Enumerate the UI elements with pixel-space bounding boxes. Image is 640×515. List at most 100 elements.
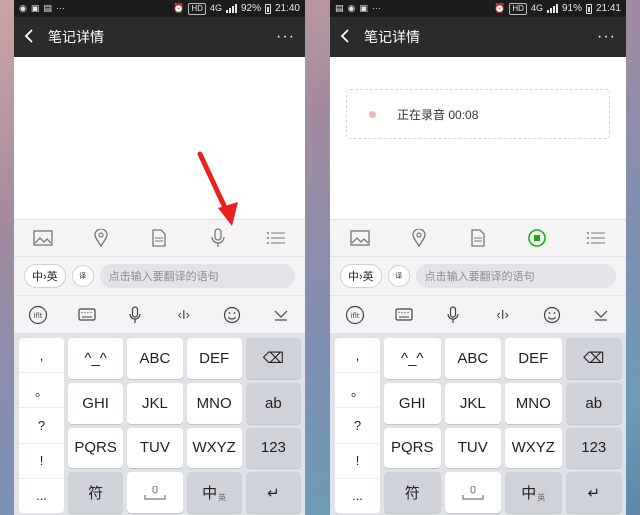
hide-keyboard-icon[interactable] (268, 302, 294, 328)
cursor-move-icon[interactable]: ‹I› (490, 302, 516, 328)
picture-icon[interactable] (345, 223, 375, 253)
key-jkl[interactable]: JKL (127, 382, 183, 424)
keyboard-icon[interactable] (391, 302, 417, 328)
more-options-button[interactable]: ··· (276, 28, 295, 46)
alarm-icon: ⏰ (494, 3, 506, 13)
key-def[interactable]: DEF (186, 338, 242, 379)
punct-key[interactable]: ! (19, 444, 64, 479)
punct-key[interactable]: 。 (19, 373, 64, 409)
document-icon[interactable] (144, 223, 174, 253)
svg-text:iflt: iflt (34, 312, 43, 320)
space-key[interactable] (127, 472, 183, 513)
battery-icon (264, 3, 271, 14)
network-type: 4G (530, 3, 543, 13)
translate-badge[interactable]: 译 (387, 265, 410, 287)
enter-key[interactable]: ↵ (245, 472, 301, 513)
key-tuv[interactable]: TUV (127, 427, 183, 469)
language-toggle-button[interactable]: 中›英 (24, 264, 66, 288)
symbol-key[interactable]: 符 (384, 472, 441, 513)
key-def[interactable]: DEF (505, 338, 562, 379)
punct-key[interactable]: 。 (335, 373, 380, 409)
title-bar: 笔记详情 ··· (330, 17, 626, 57)
enter-key[interactable]: ↵ (565, 472, 622, 513)
number-key[interactable]: 123 (565, 427, 622, 469)
hide-keyboard-icon[interactable] (588, 302, 614, 328)
translate-input[interactable]: 点击输入要翻译的语句 (99, 264, 295, 288)
list-icon[interactable] (261, 223, 291, 253)
punct-key[interactable]: ? (19, 408, 64, 444)
translate-input[interactable]: 点击输入要翻译的语句 (415, 264, 616, 288)
voice-input-icon[interactable] (122, 302, 148, 328)
lowercase-key[interactable]: ab (245, 382, 301, 424)
key-abc[interactable]: ABC (127, 338, 183, 379)
overflow-icon: ··· (371, 3, 381, 13)
back-arrow-icon[interactable] (24, 28, 34, 47)
keyboard-icon[interactable] (74, 302, 100, 328)
space-key[interactable] (444, 472, 501, 513)
punct-key[interactable]: ! (335, 444, 380, 479)
emoji-icon[interactable] (539, 302, 565, 328)
punct-key[interactable]: ... (19, 479, 64, 513)
emoji-icon[interactable] (219, 302, 245, 328)
note-content-area[interactable] (14, 57, 305, 219)
document-icon[interactable] (463, 223, 493, 253)
note-toolbar (330, 219, 626, 257)
punct-key[interactable]: ... (335, 479, 380, 513)
key-mno[interactable]: MNO (505, 382, 562, 424)
stop-recording-icon[interactable] (522, 223, 552, 253)
page-title: 笔记详情 (364, 29, 420, 45)
keyboard: , 。 ? ! ... ^_^ ABC DEF ⌫ GHI JKL MNO ab… (14, 333, 305, 515)
picture-icon[interactable] (28, 223, 58, 253)
key-jkl[interactable]: JKL (444, 382, 501, 424)
key-mno[interactable]: MNO (186, 382, 242, 424)
lowercase-key[interactable]: ab (565, 382, 622, 424)
ime-logo-icon[interactable]: iflt (342, 302, 368, 328)
punctuation-column: , 。 ? ! ... (19, 338, 64, 513)
list-icon[interactable] (581, 223, 611, 253)
key-abc[interactable]: ABC (444, 338, 501, 379)
punct-key[interactable]: , (19, 338, 64, 374)
network-type: 4G (209, 3, 222, 13)
number-key[interactable]: 123 (245, 427, 301, 469)
backspace-key[interactable]: ⌫ (565, 338, 622, 379)
language-toggle-button[interactable]: 中›英 (340, 264, 382, 288)
battery-percent: 92% (240, 3, 261, 14)
punct-key[interactable]: ? (335, 408, 380, 444)
key-tuv[interactable]: TUV (444, 427, 501, 469)
punctuation-column: , 。 ? ! ... (335, 338, 380, 513)
image-icon: ▤ (43, 3, 52, 13)
image-icon: ▤ (335, 3, 344, 13)
alarm-icon: ⏰ (173, 3, 185, 13)
backspace-key[interactable]: ⌫ (245, 338, 301, 379)
status-time: 21:40 (274, 3, 300, 14)
key-pqrs[interactable]: PQRS (384, 427, 441, 469)
translate-badge[interactable]: 译 (71, 265, 94, 287)
back-arrow-icon[interactable] (340, 28, 350, 47)
ime-logo-icon[interactable]: iflt (25, 302, 51, 328)
right-screen: ▤ ◉ ▣ ··· ⏰ HD 4G 91% 21:41 笔记详情 ··· 正在录… (330, 0, 626, 515)
chinese-english-key[interactable]: 中英 (186, 472, 242, 513)
key-wxyz[interactable]: WXYZ (186, 427, 242, 469)
key-wxyz[interactable]: WXYZ (505, 427, 562, 469)
more-options-button[interactable]: ··· (597, 28, 616, 46)
title-bar: 笔记详情 ··· (14, 17, 305, 57)
english-sublabel: 英 (537, 493, 546, 502)
emoticon-key[interactable]: ^_^ (384, 338, 441, 379)
voice-input-icon[interactable] (440, 302, 466, 328)
left-screen: ◉ ▣ ▤ ··· ⏰ HD 4G 92% 21:40 笔记详情 ··· 中›英… (14, 0, 305, 515)
location-icon[interactable] (404, 223, 434, 253)
cursor-move-icon[interactable]: ‹I› (171, 302, 197, 328)
key-pqrs[interactable]: PQRS (68, 427, 124, 469)
punct-key[interactable]: , (335, 338, 380, 374)
key-ghi[interactable]: GHI (68, 382, 124, 424)
chinese-english-key[interactable]: 中英 (505, 472, 562, 513)
symbol-key[interactable]: 符 (68, 472, 124, 513)
keyboard: , 。 ? ! ... ^_^ ABC DEF ⌫ GHI JKL MNO ab… (330, 333, 626, 515)
hd-badge: HD (509, 2, 527, 15)
key-ghi[interactable]: GHI (384, 382, 441, 424)
recording-status: 正在录音 00:08 (397, 107, 479, 122)
note-content-area[interactable]: 正在录音 00:08 (330, 57, 626, 219)
location-icon[interactable] (86, 223, 116, 253)
emoticon-key[interactable]: ^_^ (68, 338, 124, 379)
translate-bar: 中›英 译 点击输入要翻译的语句 (330, 257, 626, 295)
